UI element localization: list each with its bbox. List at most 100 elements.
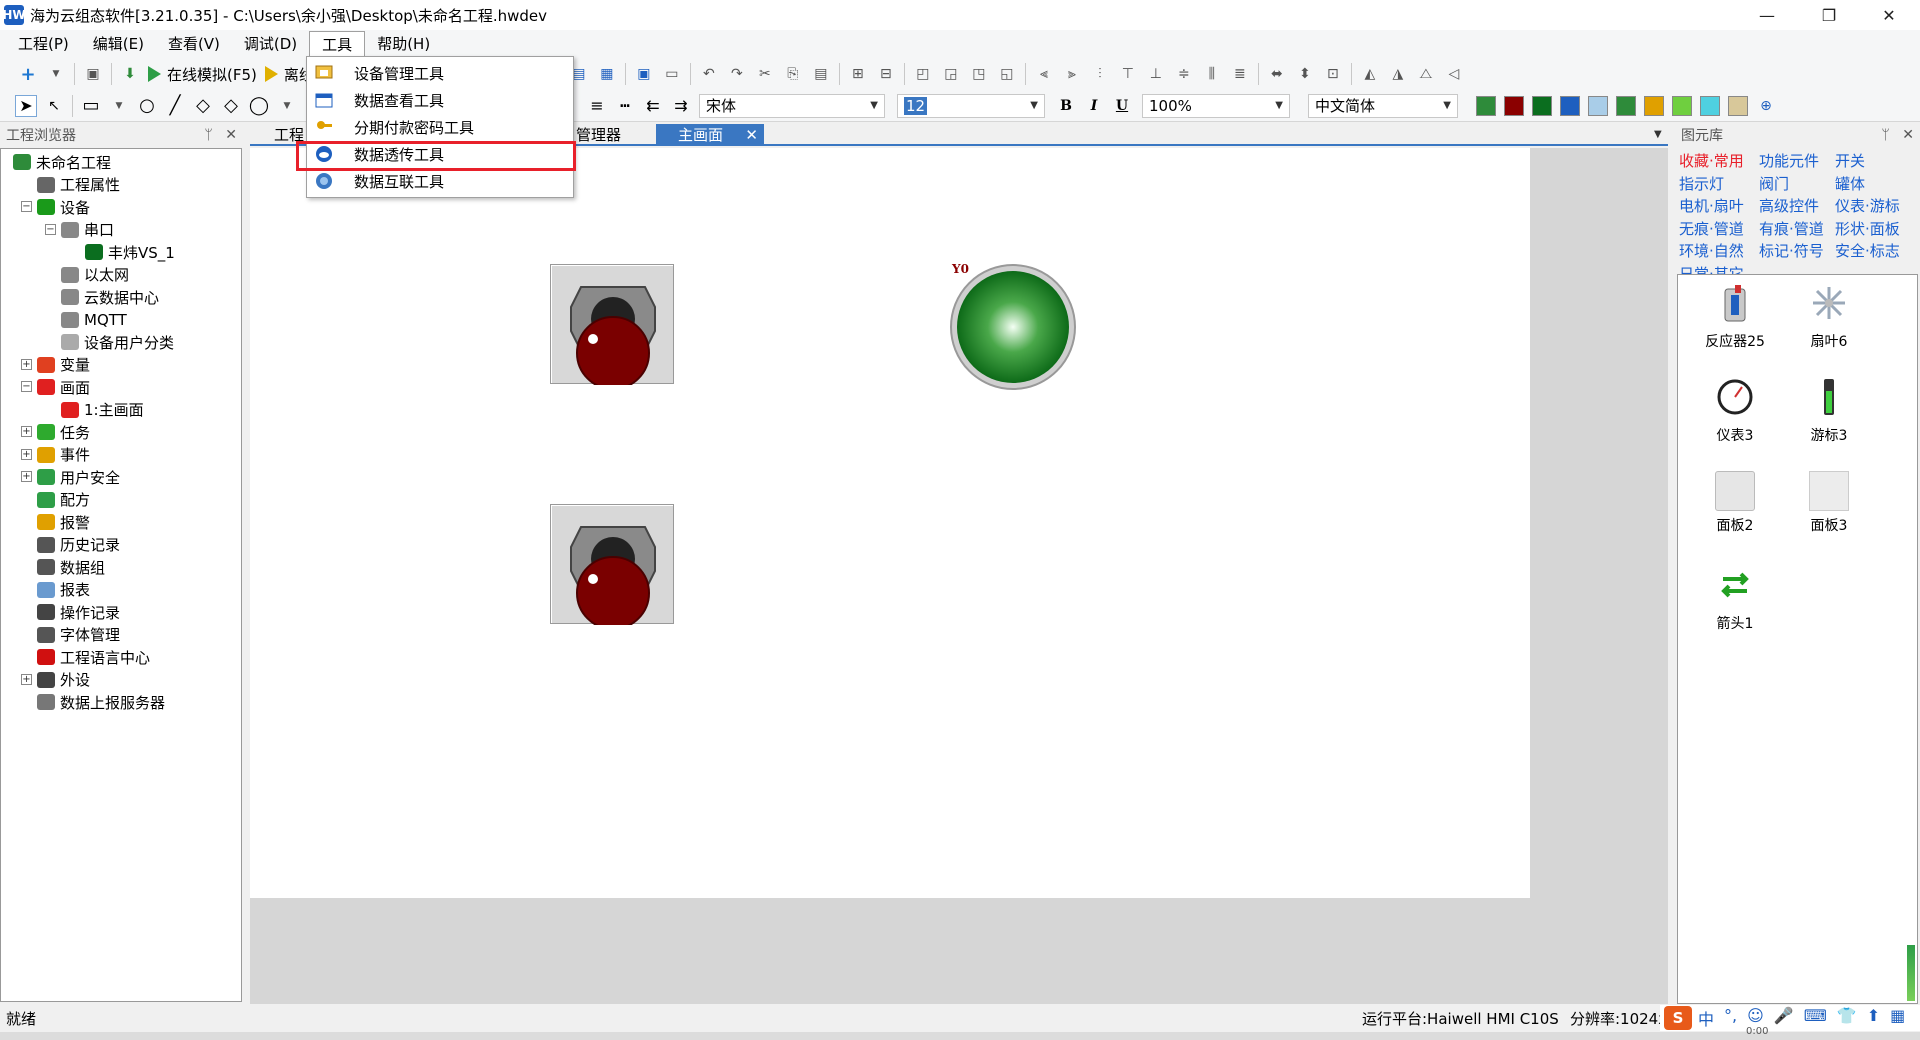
ime-logo-icon[interactable]: S: [1664, 1006, 1692, 1030]
line-width-icon[interactable]: ≡: [586, 95, 608, 117]
rotate-right-icon[interactable]: ◮: [1387, 63, 1409, 85]
online-simulation-button[interactable]: 在线模拟(F5): [144, 62, 261, 86]
diamond-icon[interactable]: ◇: [192, 95, 214, 117]
close-icon[interactable]: ✕: [225, 127, 237, 143]
color-swatch[interactable]: [1672, 95, 1692, 116]
menu-item-device-manager[interactable]: 设备管理工具: [308, 60, 572, 86]
tree-item[interactable]: 云数据中心: [61, 286, 159, 308]
library-item-panel3[interactable]: 面板3: [1784, 471, 1874, 535]
image-icon[interactable]: ▣: [633, 63, 655, 85]
tree-item[interactable]: 报警: [37, 511, 90, 533]
color-swatch[interactable]: [1504, 95, 1524, 116]
paste-icon[interactable]: ▤: [810, 63, 832, 85]
menu-tools[interactable]: 工具: [309, 31, 366, 57]
align-center-icon[interactable]: ⫶: [1089, 63, 1111, 85]
library-category[interactable]: 阀门: [1759, 173, 1789, 194]
align-bottom-icon[interactable]: ⊥: [1145, 63, 1167, 85]
menu-edit[interactable]: 编辑(E): [81, 31, 156, 57]
collapse-icon[interactable]: −: [21, 381, 32, 392]
m0-button-widget[interactable]: [550, 264, 674, 390]
pin-icon[interactable]: ᛘ: [1881, 127, 1889, 143]
align-right-icon[interactable]: ⫸: [1061, 63, 1083, 85]
distribute-v-icon[interactable]: ≣: [1229, 63, 1251, 85]
chevron-down-icon[interactable]: ▼: [276, 95, 298, 117]
circle-icon[interactable]: ○: [136, 95, 158, 117]
undo-icon[interactable]: ↶: [698, 63, 720, 85]
menu-item-data-interconnect[interactable]: 数据互联工具: [308, 168, 572, 194]
library-item-cursor[interactable]: 游标3: [1784, 377, 1874, 445]
library-item-arrow[interactable]: 箭头1: [1690, 565, 1780, 633]
rhombus-icon[interactable]: ◇: [220, 95, 242, 117]
tree-item[interactable]: 操作记录: [37, 601, 120, 623]
collapse-icon[interactable]: −: [21, 201, 32, 212]
library-category[interactable]: 无痕·管道: [1679, 218, 1744, 239]
pin-icon[interactable]: ᛘ: [204, 127, 212, 143]
color-swatch[interactable]: [1728, 95, 1748, 116]
tree-item[interactable]: 字体管理: [37, 624, 120, 646]
expand-icon[interactable]: +: [21, 471, 32, 482]
library-category[interactable]: 标记·符号: [1759, 240, 1824, 261]
tree-item[interactable]: 任务: [37, 421, 90, 443]
tree-item[interactable]: 用户安全: [37, 466, 120, 488]
preview-icon[interactable]: ▭: [661, 63, 683, 85]
tree-item[interactable]: 历史记录: [37, 534, 120, 556]
expand-icon[interactable]: +: [21, 448, 32, 460]
line-icon[interactable]: ╱: [164, 95, 186, 117]
close-icon[interactable]: ✕: [745, 124, 758, 146]
collapse-icon[interactable]: −: [45, 223, 56, 235]
pointer-select-icon[interactable]: ➤: [15, 94, 37, 117]
expand-icon[interactable]: +: [21, 358, 32, 370]
minimize-button[interactable]: —: [1744, 0, 1790, 30]
tray-icon[interactable]: ⬆: [1867, 1006, 1880, 1030]
menu-debug[interactable]: 调试(D): [232, 31, 309, 57]
tree-item[interactable]: 设备用户分类: [61, 331, 174, 353]
tray-icon[interactable]: ⌨: [1804, 1006, 1827, 1030]
library-category[interactable]: 仪表·游标: [1835, 195, 1900, 216]
library-item-meter[interactable]: 仪表3: [1690, 377, 1780, 445]
group-icon[interactable]: ⊞: [847, 63, 869, 85]
arrow-end-icon[interactable]: ⇉: [670, 95, 692, 117]
rectangle-icon[interactable]: ▭: [80, 95, 102, 117]
menu-project[interactable]: 工程(P): [6, 31, 81, 57]
ellipse-icon[interactable]: ◯: [248, 95, 270, 117]
calendar-icon[interactable]: ▦: [596, 63, 618, 85]
arrow-start-icon[interactable]: ⇇: [642, 95, 664, 117]
color-swatch[interactable]: [1532, 95, 1552, 116]
align-top-icon[interactable]: ⊤: [1117, 63, 1139, 85]
tree-item[interactable]: 工程语言中心: [37, 646, 150, 668]
menu-view[interactable]: 查看(V): [156, 31, 232, 57]
color-swatch[interactable]: [1616, 95, 1636, 116]
pointer-icon[interactable]: ↖: [43, 95, 65, 117]
color-swatch[interactable]: [1700, 95, 1720, 116]
library-category[interactable]: 指示灯: [1679, 173, 1724, 194]
color-swatch[interactable]: [1644, 95, 1664, 116]
design-canvas[interactable]: M0 M1 Y0: [250, 148, 1530, 898]
tree-item[interactable]: 画面: [37, 376, 90, 398]
new-item-icon[interactable]: +: [17, 63, 39, 85]
scrollbar-thumb[interactable]: [1907, 945, 1915, 1001]
language-select[interactable]: 中文简体 ▼: [1308, 93, 1458, 118]
tray-icon[interactable]: 🎤: [1774, 1006, 1794, 1030]
send-backward-icon[interactable]: ◱: [996, 63, 1018, 85]
tray-icon[interactable]: ▦: [1890, 1006, 1905, 1030]
menu-help[interactable]: 帮助(H): [365, 31, 442, 57]
align-middle-icon[interactable]: ≑: [1173, 63, 1195, 85]
save-icon[interactable]: ▣: [82, 63, 104, 85]
tree-item[interactable]: 未命名工程: [13, 151, 111, 173]
same-height-icon[interactable]: ⬍: [1294, 63, 1316, 85]
tab-overflow-icon[interactable]: ▼: [1646, 124, 1670, 146]
library-category[interactable]: 罐体: [1835, 173, 1865, 194]
tree-item[interactable]: 工程属性: [37, 174, 120, 196]
tray-icon[interactable]: 👕: [1837, 1006, 1857, 1030]
tray-icon[interactable]: °,: [1724, 1006, 1737, 1030]
tree-item[interactable]: 以太网: [61, 264, 129, 286]
library-category[interactable]: 安全·标志: [1835, 240, 1900, 261]
close-icon[interactable]: ✕: [1902, 127, 1914, 143]
globe-icon[interactable]: ⊕: [1755, 95, 1777, 117]
align-left-icon[interactable]: ⫷: [1033, 63, 1055, 85]
tree-item[interactable]: 1:主画面: [61, 399, 144, 421]
expand-icon[interactable]: +: [21, 673, 32, 685]
italic-button[interactable]: I: [1083, 95, 1105, 117]
same-width-icon[interactable]: ⬌: [1266, 63, 1288, 85]
copy-icon[interactable]: ⎘: [782, 63, 804, 85]
